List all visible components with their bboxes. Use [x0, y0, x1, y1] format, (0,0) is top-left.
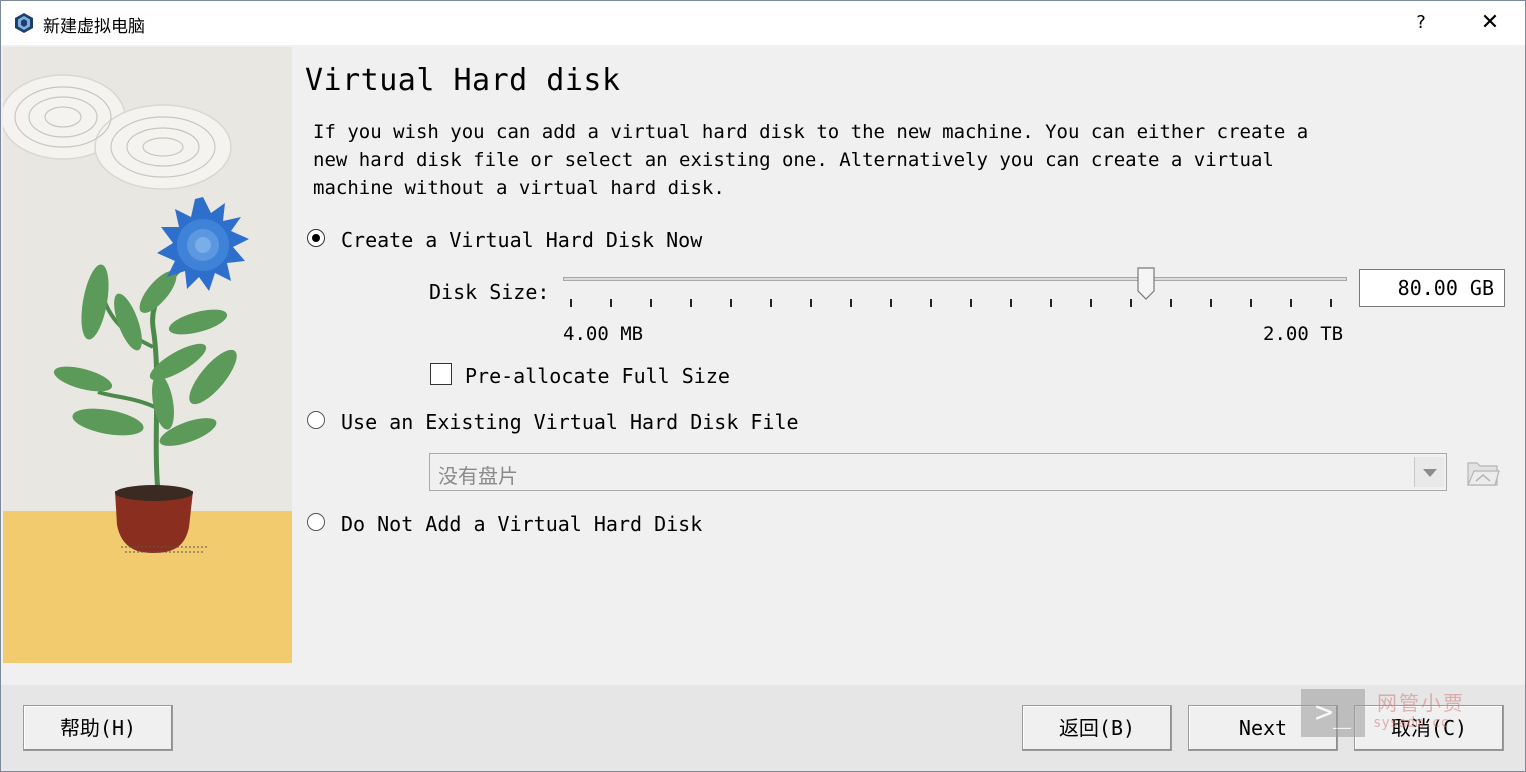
disk-size-input[interactable] [1360, 270, 1504, 306]
create-disk-label[interactable]: Create a Virtual Hard Disk Now [341, 228, 702, 252]
slider-ticks [570, 299, 1332, 307]
preallocate-checkbox[interactable] [430, 363, 452, 385]
window-title: 新建虚拟电脑 [43, 17, 145, 37]
page-description: If you wish you can add a virtual hard d… [313, 121, 1309, 199]
help-button[interactable]: 帮助(H) [23, 705, 173, 751]
watermark-text: 网管小贾 [1377, 691, 1465, 715]
slider-handle[interactable] [1135, 267, 1157, 301]
wizard-illustration [3, 47, 292, 663]
disk-size-slider[interactable] [563, 277, 1347, 281]
back-button[interactable]: 返回(B) [1022, 705, 1172, 751]
do-not-add-label[interactable]: Do Not Add a Virtual Hard Disk [341, 512, 702, 536]
close-button[interactable]: ✕ [1473, 7, 1507, 39]
virtualbox-icon [15, 13, 33, 33]
watermark: >_ 网管小贾 sysadm.cc [1299, 687, 1479, 743]
help-title-button[interactable]: ? [1409, 9, 1433, 37]
folder-open-icon[interactable] [1465, 455, 1501, 489]
use-existing-radio[interactable] [307, 411, 325, 429]
use-existing-label[interactable]: Use an Existing Virtual Hard Disk File [341, 410, 799, 434]
chevron-down-icon[interactable] [1414, 457, 1444, 487]
title-bar: 新建虚拟电脑 ? ✕ [1, 1, 1525, 45]
disk-size-min-label: 4.00 MB [563, 323, 644, 345]
disk-size-max-label: 2.00 TB [1263, 323, 1344, 345]
disk-size-field[interactable] [1359, 269, 1505, 307]
preallocate-label[interactable]: Pre-allocate Full Size [465, 364, 730, 388]
do-not-add-radio[interactable] [307, 513, 325, 531]
new-vm-dialog: 新建虚拟电脑 ? ✕ Virtual Hard disk If you wish… [0, 0, 1526, 772]
terminal-icon: >_ [1301, 689, 1365, 737]
existing-disk-value: 没有盘片 [438, 464, 518, 488]
disk-size-label: Disk Size: [429, 280, 550, 304]
existing-disk-select[interactable]: 没有盘片 [429, 453, 1447, 491]
watermark-subtext: sysadm.cc [1373, 715, 1449, 731]
page-title: Virtual Hard disk [305, 63, 621, 98]
create-disk-radio[interactable] [307, 229, 325, 247]
